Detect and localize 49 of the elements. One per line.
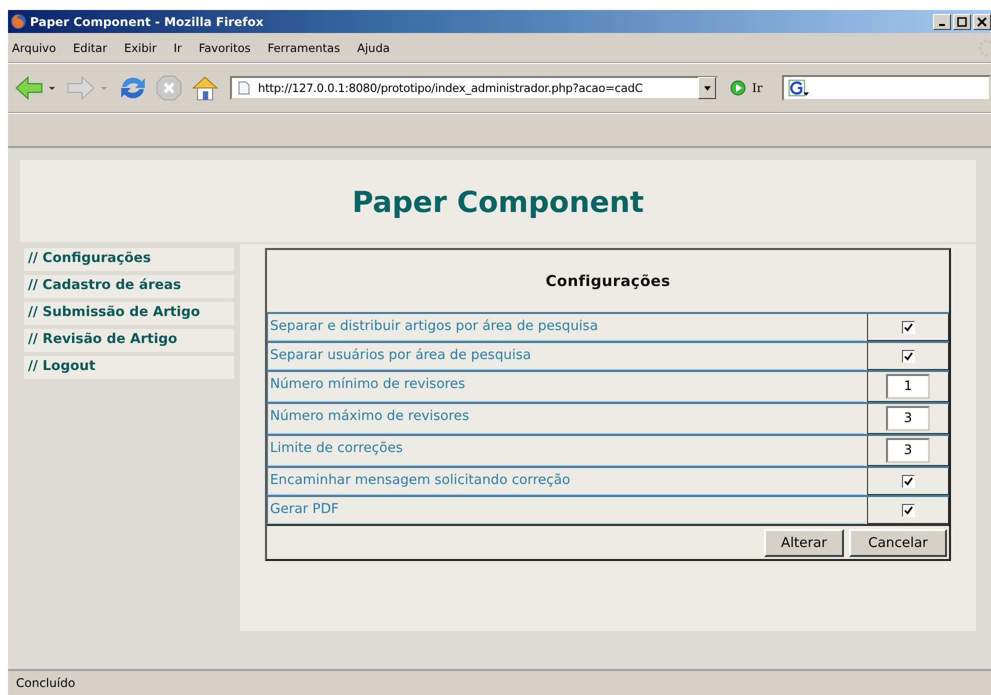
sidebar-link[interactable]: // Submissão de Artigo <box>24 302 234 325</box>
status-text: Concluído <box>16 676 76 690</box>
sidebar-link[interactable]: // Revisão de Artigo <box>24 329 234 352</box>
number-field[interactable]: 3 <box>886 406 930 431</box>
form-button[interactable]: Cancelar <box>849 529 947 557</box>
close-button[interactable] <box>973 14 991 30</box>
page-title: Paper Component <box>352 184 644 219</box>
sidebar-link[interactable]: // Logout <box>24 356 234 379</box>
number-field[interactable]: 1 <box>886 374 930 399</box>
maximize-icon <box>957 16 967 26</box>
checkbox[interactable] <box>902 504 914 516</box>
form-button[interactable]: Alterar <box>764 529 844 557</box>
setting-label: Encaminhar mensagem solicitando correção <box>267 468 865 495</box>
table-heading: Configurações <box>544 271 672 292</box>
home-icon[interactable] <box>190 74 220 102</box>
dropdown-arrow-icon[interactable] <box>48 84 56 92</box>
sidebar-link[interactable]: // Configurações <box>24 248 234 271</box>
maximize-button[interactable] <box>953 14 971 30</box>
number-field[interactable]: 3 <box>886 438 930 463</box>
search-field[interactable] <box>782 75 991 101</box>
window-title: Paper Component - Mozilla Firefox <box>30 14 264 28</box>
setting-label: Número máximo de revisores <box>267 404 865 434</box>
close-icon <box>977 16 987 26</box>
sidebar-link[interactable]: // Cadastro de áreas <box>24 275 234 298</box>
setting-label: Gerar PDF <box>267 497 865 524</box>
menu-item[interactable]: Ajuda <box>357 40 390 54</box>
menu-item[interactable]: Ferramentas <box>268 40 340 54</box>
minimize-icon <box>939 24 945 26</box>
minimize-button[interactable] <box>933 14 951 30</box>
address-field[interactable]: http://127.0.0.1:8080/prototipo/index_administrador.php?acao=cadC <box>230 76 718 100</box>
checkbox[interactable] <box>902 350 914 362</box>
checkbox[interactable] <box>902 320 914 334</box>
caret-icon <box>702 84 712 92</box>
setting-label: Separar usuários por área de pesquisa <box>267 343 865 370</box>
browser-logo-icon <box>10 13 27 30</box>
search-engine-icon[interactable] <box>788 79 810 97</box>
setting-label: Número mínimo de revisores <box>267 372 865 402</box>
page-icon <box>238 81 250 95</box>
checkbox[interactable] <box>902 474 914 488</box>
setting-label: Separar e distribuir artigos por área de pesquisa <box>267 314 865 341</box>
go-button[interactable]: Ir <box>752 81 762 95</box>
menu-item[interactable]: Favoritos <box>198 40 251 54</box>
dropdown-button[interactable] <box>698 77 716 99</box>
setting-label: Limite de correções <box>267 436 865 466</box>
menu-item[interactable]: Editar <box>73 40 108 54</box>
menu-item[interactable]: Exibir <box>124 40 157 54</box>
menu-item[interactable]: Ir <box>174 40 182 54</box>
menu-item[interactable]: Arquivo <box>12 40 56 54</box>
go-icon[interactable] <box>730 80 746 96</box>
